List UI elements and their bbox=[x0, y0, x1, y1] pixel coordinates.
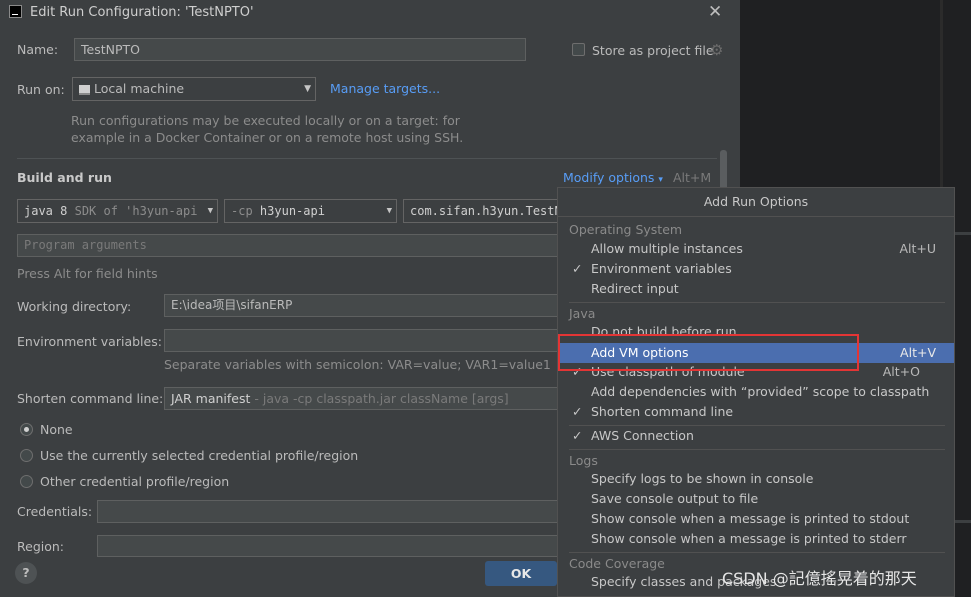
cp-prefix: -cp bbox=[231, 204, 253, 218]
region-input[interactable] bbox=[97, 535, 563, 557]
app-icon bbox=[9, 5, 22, 18]
store-as-project-label: Store as project file bbox=[592, 43, 714, 58]
popup-divider bbox=[569, 302, 945, 303]
option-environment-variables[interactable]: ✓ Environment variables bbox=[558, 259, 954, 279]
popup-divider bbox=[569, 449, 945, 450]
computer-icon bbox=[79, 84, 90, 95]
option-allow-multiple-instances[interactable]: Allow multiple instances Alt+U bbox=[558, 239, 954, 259]
environment-variables-hint: Separate variables with semicolon: VAR=v… bbox=[164, 357, 551, 372]
cp-module: h3yun-api bbox=[259, 204, 325, 218]
run-on-label: Run on: bbox=[17, 82, 65, 97]
option-save-console-output[interactable]: Save console output to file bbox=[558, 489, 954, 509]
store-as-project-checkbox[interactable] bbox=[572, 43, 585, 56]
radio-current-profile-label: Use the currently selected credential pr… bbox=[40, 448, 359, 463]
classpath-module-dropdown[interactable]: -cp h3yun-api ▼ bbox=[224, 199, 397, 223]
radio-other-profile-label: Other credential profile/region bbox=[40, 474, 230, 489]
chevron-down-icon: ▼ bbox=[207, 206, 213, 216]
close-icon[interactable]: ✕ bbox=[708, 2, 722, 22]
highlight-box bbox=[558, 334, 859, 371]
option-console-stderr[interactable]: Show console when a message is printed t… bbox=[558, 529, 954, 549]
credentials-input[interactable] bbox=[97, 500, 563, 523]
add-run-options-popup: Add Run Options Operating System Allow m… bbox=[557, 187, 955, 597]
option-redirect-input[interactable]: Redirect input bbox=[558, 279, 954, 299]
jdk-description: SDK of 'h3yun-api bbox=[74, 204, 198, 218]
check-icon: ✓ bbox=[572, 404, 583, 419]
credentials-label: Credentials: bbox=[17, 504, 93, 519]
modify-options-shortcut: Alt+M bbox=[673, 170, 712, 185]
check-icon: ✓ bbox=[572, 428, 583, 443]
manage-targets-link[interactable]: Manage targets... bbox=[330, 81, 440, 96]
section-code-coverage: Code Coverage bbox=[569, 556, 665, 571]
run-on-value: Local machine bbox=[94, 81, 185, 96]
run-on-hint-line2: example in a Docker Container or on a re… bbox=[71, 130, 464, 145]
build-and-run-heading: Build and run bbox=[17, 170, 112, 185]
radio-none-label: None bbox=[40, 422, 73, 437]
shorten-hint: - java -cp classpath.jar className [args… bbox=[250, 391, 509, 406]
environment-variables-input[interactable] bbox=[164, 329, 563, 352]
check-icon: ✓ bbox=[572, 261, 583, 276]
option-aws-connection[interactable]: ✓ AWS Connection bbox=[558, 426, 954, 446]
shorten-command-line-dropdown[interactable]: JAR manifest - java -cp classpath.jar cl… bbox=[164, 387, 563, 410]
modify-options-link[interactable]: Modify options ▾ bbox=[563, 170, 663, 185]
section-logs: Logs bbox=[569, 453, 598, 468]
shorten-command-line-label: Shorten command line: bbox=[17, 391, 164, 406]
option-specify-logs[interactable]: Specify logs to be shown in console bbox=[558, 469, 954, 489]
main-class-input[interactable]: com.sifan.h3yun.TestN bbox=[403, 199, 563, 223]
ok-button[interactable]: OK bbox=[485, 561, 557, 586]
run-on-hint-line1: Run configurations may be executed local… bbox=[71, 113, 460, 128]
section-operating-system: Operating System bbox=[569, 222, 683, 237]
environment-variables-label: Environment variables: bbox=[17, 334, 162, 349]
section-java: Java bbox=[569, 306, 596, 321]
region-label: Region: bbox=[17, 539, 65, 554]
shorten-value: JAR manifest bbox=[171, 391, 251, 406]
run-on-dropdown[interactable]: Local machine ▼ bbox=[72, 77, 316, 101]
jdk-dropdown[interactable]: java 8 SDK of 'h3yun-api ▼ bbox=[17, 199, 218, 223]
dialog-title: Edit Run Configuration: 'TestNPTO' bbox=[30, 5, 254, 20]
chevron-down-icon: ▼ bbox=[304, 84, 311, 94]
alt-hint: Press Alt for field hints bbox=[17, 266, 158, 281]
name-input[interactable]: TestNPTO bbox=[74, 38, 526, 61]
jdk-version: java 8 bbox=[24, 204, 68, 218]
popup-title: Add Run Options bbox=[558, 188, 954, 217]
radio-current-profile[interactable] bbox=[20, 449, 33, 462]
program-arguments-input[interactable]: Program arguments bbox=[17, 234, 563, 257]
radio-none[interactable] bbox=[20, 423, 33, 436]
watermark-text: CSDN @記億搖晃着的那天 bbox=[722, 569, 917, 588]
option-shorten-command-line[interactable]: ✓ Shorten command line bbox=[558, 402, 954, 422]
working-directory-label: Working directory: bbox=[17, 299, 132, 314]
name-label: Name: bbox=[17, 42, 59, 57]
help-button[interactable]: ? bbox=[15, 562, 37, 584]
popup-divider bbox=[569, 552, 945, 553]
working-directory-input[interactable]: E:\idea项目\sifanERP bbox=[164, 294, 563, 317]
chevron-down-icon: ▼ bbox=[386, 206, 392, 216]
option-console-stdout[interactable]: Show console when a message is printed t… bbox=[558, 509, 954, 529]
option-add-provided-dependencies[interactable]: Add dependencies with “provided” scope t… bbox=[558, 382, 954, 402]
radio-other-profile[interactable] bbox=[20, 475, 33, 488]
gear-icon[interactable]: ⚙ bbox=[710, 41, 723, 59]
section-divider bbox=[17, 158, 717, 159]
